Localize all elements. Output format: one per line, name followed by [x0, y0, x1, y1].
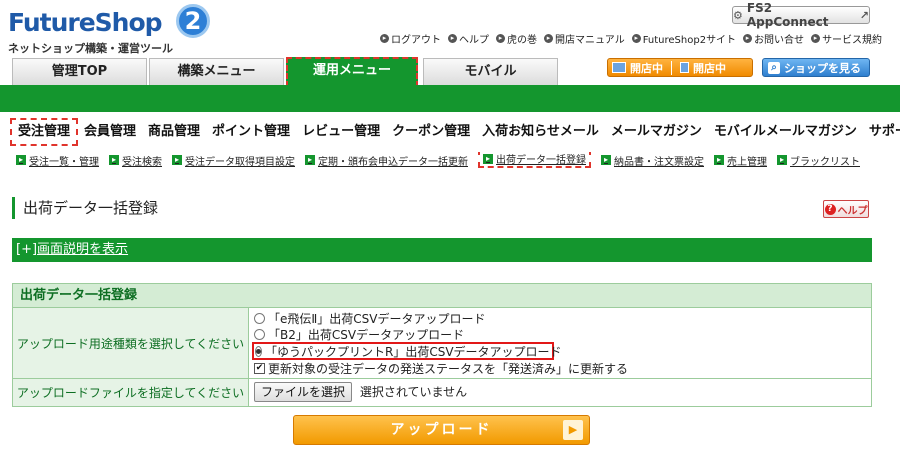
arrow-right-icon: ▸ — [172, 155, 182, 165]
option-yupack[interactable]: 「ゆうパックプリントR」出荷CSVデータアップロード — [252, 342, 562, 360]
subsub-order-list[interactable]: ▸ 受注一覧・管理 — [16, 152, 99, 168]
subsub-subscription-update[interactable]: ▸ 定期・頒布会申込データ一括更新 — [305, 152, 468, 168]
view-shop-button[interactable]: ⌕ ショップを見る — [762, 58, 870, 77]
question-icon: ? — [824, 203, 836, 215]
arrow-right-icon: ▸ — [483, 153, 493, 164]
arrow-icon: ▸ — [811, 33, 821, 43]
explain-toggle: [+] — [16, 242, 38, 257]
arrow-icon: ▸ — [631, 33, 641, 43]
subsub-order-search[interactable]: ▸ 受注検索 — [109, 152, 162, 168]
appconnect-button[interactable]: ⚙ FS2 AppConnect ↗ — [732, 1, 870, 29]
tab-operation-menu[interactable]: 運用メニュー — [286, 57, 418, 87]
logo-badge: 2 — [176, 4, 210, 38]
update-status-option[interactable]: ✔ 更新対象の受注データの発送ステータスを「発送済み」に更新する — [254, 360, 870, 376]
upload-label: アップロード — [390, 422, 493, 438]
appconnect-icon: ⚙ — [733, 8, 743, 22]
tab-build-menu[interactable]: 構築メニュー — [149, 58, 284, 85]
magnifier-icon: ⌕ — [768, 61, 780, 74]
submenu: 受注管理 会員管理 商品管理 ポイント管理 レビュー管理 クーポン管理 入荷お知… — [10, 118, 900, 146]
subsub-order-fields[interactable]: ▸ 受注データ取得項目設定 — [172, 152, 295, 168]
status-pc: 開店中 — [630, 61, 663, 75]
arrow-icon: ▸ — [743, 33, 753, 43]
panel-heading: 出荷データ一括登録 — [13, 284, 871, 308]
top-link-contact[interactable]: ▸ お問い合せ — [743, 31, 804, 46]
help-button[interactable]: ? ヘルプ — [823, 200, 869, 218]
top-link-help[interactable]: ▸ ヘルプ — [448, 31, 489, 46]
top-links: ▸ ログアウト ▸ ヘルプ ▸ 虎の巻 ▸ 開店マニュアル ▸ FutureShop2サイ… — [380, 31, 882, 46]
tab-mobile[interactable]: モバイル — [423, 58, 558, 85]
submenu-coupons[interactable]: クーポン管理 — [386, 118, 476, 146]
subsub-delivery-slip[interactable]: ▸ 納品書・注文票設定 — [601, 152, 704, 168]
submenu-products[interactable]: 商品管理 — [142, 118, 206, 146]
arrow-right-icon: ▸ — [601, 155, 611, 165]
page-title: 出荷データ一括登録 — [12, 197, 158, 219]
external-link-icon: ↗ — [859, 8, 869, 22]
submenu-reviews[interactable]: レビュー管理 — [296, 118, 386, 146]
arrow-right-icon: ▸ — [777, 155, 787, 165]
play-icon: ▶ — [563, 420, 583, 440]
file-status: 選択されていません — [359, 385, 468, 399]
mobile-icon — [680, 62, 689, 73]
choose-file-button[interactable]: ファイルを選択 — [254, 382, 353, 402]
file-label: アップロードファイルを指定してください — [13, 379, 249, 406]
arrow-icon: ▸ — [448, 33, 457, 43]
option-b2[interactable]: 「B2」出荷CSVデータアップロード — [254, 326, 870, 342]
update-status-checkbox[interactable]: ✔ — [254, 362, 265, 374]
upload-type-row: アップロード用途種類を選択してください 「e飛伝Ⅱ」出荷CSVデータアップロード… — [13, 308, 871, 379]
radio-b2[interactable] — [254, 328, 265, 340]
submenu-members[interactable]: 会員管理 — [78, 118, 142, 146]
explain-link[interactable]: 画面説明を表示 — [37, 242, 128, 257]
file-row: アップロードファイルを指定してください ファイルを選択 選択されていません — [13, 379, 871, 406]
top-link-guide[interactable]: ▸ 虎の巻 — [496, 31, 537, 46]
arrow-right-icon: ▸ — [714, 155, 724, 165]
arrow-right-icon: ▸ — [305, 155, 315, 165]
upload-type-options: 「e飛伝Ⅱ」出荷CSVデータアップロード 「B2」出荷CSVデータアップロード … — [250, 308, 870, 378]
help-label: ヘルプ — [837, 205, 868, 217]
option-ehiden[interactable]: 「e飛伝Ⅱ」出荷CSVデータアップロード — [254, 310, 870, 326]
arrow-right-icon: ▸ — [16, 155, 26, 165]
upload-button[interactable]: アップロード ▶ — [293, 415, 590, 445]
submenu-mail-magazine[interactable]: メールマガジン — [605, 118, 708, 146]
arrow-icon: ▸ — [380, 33, 389, 43]
tab-admin-top[interactable]: 管理TOP — [12, 58, 147, 85]
explain-toggle-bar[interactable]: [+]画面説明を表示 — [12, 238, 872, 262]
arrow-icon: ▸ — [544, 33, 553, 43]
top-link-logout[interactable]: ▸ ログアウト — [380, 31, 441, 46]
top-link-manual[interactable]: ▸ 開店マニュアル — [544, 31, 625, 46]
arrow-icon: ▸ — [496, 33, 505, 43]
view-shop-label: ショップを見る — [784, 61, 861, 75]
status-mobile: 開店中 — [693, 61, 726, 75]
logo-subtitle: ネットショップ構築・運営ツール — [8, 42, 173, 55]
top-link-terms[interactable]: ▸ サービス規約 — [811, 31, 882, 46]
arrow-right-icon: ▸ — [109, 155, 119, 165]
subsub-sales[interactable]: ▸ 売上管理 — [714, 152, 767, 168]
pc-icon — [612, 62, 626, 73]
futureshop-logo[interactable]: FutureShop 2 ネットショップ構築・運営ツール — [8, 4, 210, 56]
subsub-shipping-bulk[interactable]: ▸ 出荷データ一括登録 — [478, 152, 591, 168]
file-picker: ファイルを選択 選択されていません — [250, 379, 870, 406]
top-link-site[interactable]: ▸ FutureShop2サイト — [631, 31, 736, 46]
sub-submenu: ▸ 受注一覧・管理 ▸ 受注検索 ▸ 受注データ取得項目設定 ▸ 定期・頒布会申込データ… — [16, 152, 900, 168]
logo-text: FutureShop — [8, 8, 163, 37]
shipping-upload-panel: 出荷データ一括登録 アップロード用途種類を選択してください 「e飛伝Ⅱ」出荷CS… — [12, 283, 872, 407]
radio-yupack[interactable] — [255, 345, 262, 357]
submenu-mobile-mail-magazine[interactable]: モバイルメールマガジン — [708, 118, 863, 146]
submenu-points[interactable]: ポイント管理 — [206, 118, 296, 146]
upload-type-label: アップロード用途種類を選択してください — [13, 308, 249, 378]
shop-status-button[interactable]: 開店中 開店中 — [607, 58, 753, 77]
submenu-orders[interactable]: 受注管理 — [10, 118, 79, 146]
radio-ehiden[interactable] — [254, 312, 265, 324]
subsub-blacklist[interactable]: ▸ ブラックリスト — [777, 152, 860, 168]
appconnect-label: FS2 AppConnect — [746, 1, 829, 29]
menu-bar — [0, 85, 900, 112]
submenu-support[interactable]: サポート — [863, 118, 900, 146]
submenu-restock-mail[interactable]: 入荷お知らせメール — [476, 118, 605, 146]
